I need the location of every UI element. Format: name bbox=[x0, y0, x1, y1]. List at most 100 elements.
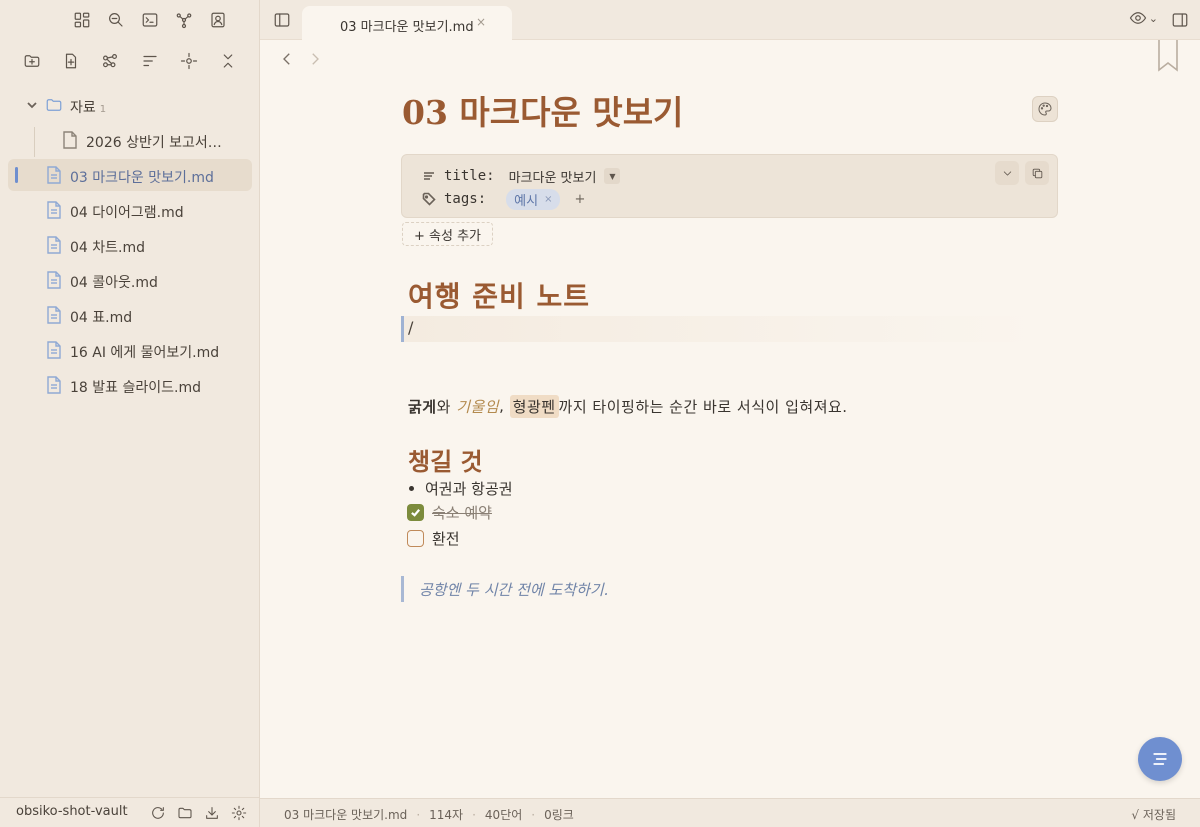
heading-1[interactable]: 여행 준비 노트 bbox=[408, 275, 590, 315]
view-mode-caret: ⌄ bbox=[1148, 11, 1158, 25]
status-links: 0링크 bbox=[544, 808, 574, 822]
active-line[interactable]: / bbox=[401, 316, 1041, 342]
tag-remove-icon[interactable]: × bbox=[544, 194, 552, 205]
tag-icon bbox=[422, 192, 436, 206]
property-value[interactable]: 마크다운 맛보기 bbox=[509, 167, 597, 186]
tree-item-label: 2026 상반기 보고서… bbox=[86, 135, 222, 151]
tree-item-active[interactable]: 03 마크다운 맛보기.md bbox=[8, 159, 252, 191]
plain-text: 까지 타이핑하는 순간 바로 서식이 입혀져요. bbox=[558, 397, 848, 416]
file-icon bbox=[46, 166, 62, 184]
dropdown-icon[interactable]: ▼ bbox=[604, 168, 621, 184]
gear-icon[interactable] bbox=[227, 801, 250, 825]
sidebar-toggle-icon[interactable] bbox=[268, 6, 296, 34]
download-icon[interactable] bbox=[200, 801, 223, 825]
tree-item-label: 04 표.md bbox=[70, 310, 133, 326]
bookmark-icon[interactable] bbox=[1157, 40, 1181, 72]
tab-active[interactable]: 03 마크다운 맛보기.md × bbox=[302, 6, 512, 41]
blockquote[interactable]: 공항엔 두 시간 전에 도착하기. bbox=[401, 576, 608, 602]
tree-item-label: 16 AI 에게 물어보기.md bbox=[70, 345, 220, 361]
tree-indent-guide bbox=[34, 127, 35, 157]
add-property-button[interactable]: + 속성 추가 bbox=[402, 222, 493, 246]
sort-icon[interactable] bbox=[134, 44, 166, 78]
paragraph[interactable]: 굵게 와 기울임, 형광펜 까지 타이핑하는 순간 바로 서식이 입혀져요. bbox=[408, 393, 848, 419]
collapse-properties-icon[interactable] bbox=[995, 161, 1019, 185]
tab-title: 03 마크다운 맛보기.md bbox=[340, 20, 474, 35]
checkbox-unchecked[interactable] bbox=[407, 529, 424, 547]
tree-item[interactable]: 2026 상반기 보고서… bbox=[8, 124, 252, 156]
palette-icon[interactable] bbox=[1032, 96, 1058, 122]
bullet-dot bbox=[409, 485, 414, 491]
back-arrow-icon[interactable] bbox=[278, 50, 298, 70]
local-graph-icon[interactable] bbox=[94, 44, 126, 78]
highlight-text: 형광펜 bbox=[509, 394, 559, 418]
tree-item[interactable]: 18 발표 슬라이드.md bbox=[8, 369, 252, 401]
ribbon-top bbox=[68, 6, 232, 36]
tab-close-icon[interactable]: × bbox=[476, 15, 486, 29]
collapse-all-icon[interactable] bbox=[212, 44, 244, 78]
status-file: 03 마크다운 맛보기.md bbox=[284, 808, 408, 822]
tag-add-button[interactable]: + bbox=[574, 192, 585, 207]
checkbox-checked[interactable] bbox=[407, 503, 424, 521]
list-item[interactable]: 여권과 항공권 bbox=[409, 477, 513, 499]
status-separator: · bbox=[472, 807, 476, 822]
explorer-toolbar bbox=[16, 44, 244, 78]
tree-item[interactable]: 04 콜아웃.md bbox=[8, 264, 252, 296]
status-separator: · bbox=[531, 807, 536, 822]
tag-pill[interactable]: 예시 × bbox=[506, 188, 561, 210]
task-text: 숙소 예약 bbox=[432, 503, 492, 522]
new-note-icon[interactable] bbox=[55, 44, 87, 78]
text-lines-icon bbox=[422, 169, 436, 183]
contact-icon[interactable] bbox=[204, 6, 232, 34]
heading-2[interactable]: 챙길 것 bbox=[408, 442, 483, 477]
forward-arrow-icon[interactable] bbox=[306, 50, 326, 70]
reveal-file-icon[interactable] bbox=[173, 44, 205, 78]
folder-row[interactable]: 자료 1 bbox=[8, 89, 252, 121]
outline-button[interactable] bbox=[1138, 737, 1182, 781]
plain-text: , bbox=[499, 397, 510, 415]
tree-item-label: 03 마크다운 맛보기.md bbox=[70, 170, 214, 186]
file-icon bbox=[46, 376, 62, 394]
sync-icon[interactable] bbox=[146, 801, 169, 825]
editor: 03 마크다운 맛보기 title: 마크다운 맛보기 ▼ tags: 예시 ×… bbox=[260, 40, 1200, 798]
tab-bar: 03 마크다운 맛보기.md × ⌄ bbox=[260, 0, 1200, 41]
tree-item[interactable]: 04 차트.md bbox=[8, 229, 252, 261]
vault-actions bbox=[146, 801, 250, 825]
status-chars: 114자 bbox=[429, 808, 464, 822]
property-key[interactable]: title: bbox=[444, 168, 495, 184]
outline-icon bbox=[1153, 753, 1167, 765]
task-item[interactable]: 환전 bbox=[407, 527, 460, 549]
graph-icon[interactable] bbox=[170, 6, 198, 34]
tree-item[interactable]: 16 AI 에게 물어보기.md bbox=[8, 334, 252, 366]
folder-label: 자료 1 bbox=[70, 100, 107, 116]
file-tree: 자료 1 2026 상반기 보고서… 03 마크다운 맛보기.md 04 다이어그… bbox=[8, 89, 252, 404]
properties-actions bbox=[995, 161, 1049, 185]
task-item[interactable]: 숙소 예약 bbox=[407, 501, 492, 523]
open-folder-icon[interactable] bbox=[173, 801, 196, 825]
terminal-icon[interactable] bbox=[136, 6, 164, 34]
property-title: title: 마크다운 맛보기 ▼ bbox=[422, 165, 621, 187]
note-title[interactable]: 03 마크다운 맛보기 bbox=[402, 86, 683, 134]
zoom-search-icon[interactable] bbox=[102, 6, 130, 34]
file-icon bbox=[62, 131, 78, 149]
property-tags: tags: 예시 × + bbox=[422, 188, 585, 210]
view-mode-toggle[interactable]: ⌄ bbox=[1129, 9, 1158, 27]
status-separator: · bbox=[416, 807, 421, 822]
chevron-down-icon[interactable] bbox=[25, 98, 39, 112]
properties-panel: title: 마크다운 맛보기 ▼ tags: 예시 × + bbox=[401, 154, 1058, 218]
tree-item[interactable]: 04 표.md bbox=[8, 299, 252, 331]
sidebar: 자료 1 2026 상반기 보고서… 03 마크다운 맛보기.md 04 다이어그… bbox=[0, 0, 260, 827]
new-folder-icon[interactable] bbox=[16, 44, 48, 78]
status-items: 03 마크다운 맛보기.md · 114자 · 40단어 · 0링크 bbox=[284, 806, 574, 823]
status-bar: 03 마크다운 맛보기.md · 114자 · 40단어 · 0링크 √ 저장됨 bbox=[260, 798, 1200, 827]
vault-name[interactable]: obsiko-shot-vault bbox=[16, 804, 128, 819]
right-sidebar-toggle-icon[interactable] bbox=[1166, 6, 1194, 34]
file-icon bbox=[46, 306, 62, 324]
file-icon bbox=[46, 271, 62, 289]
copy-icon[interactable] bbox=[1025, 161, 1049, 185]
property-key[interactable]: tags: bbox=[444, 191, 486, 207]
tag-label: 예시 bbox=[514, 193, 539, 209]
tree-item[interactable]: 04 다이어그램.md bbox=[8, 194, 252, 226]
dashboard-icon[interactable] bbox=[68, 6, 96, 34]
bold-text: 굵게 bbox=[408, 397, 437, 416]
file-icon bbox=[46, 236, 62, 254]
